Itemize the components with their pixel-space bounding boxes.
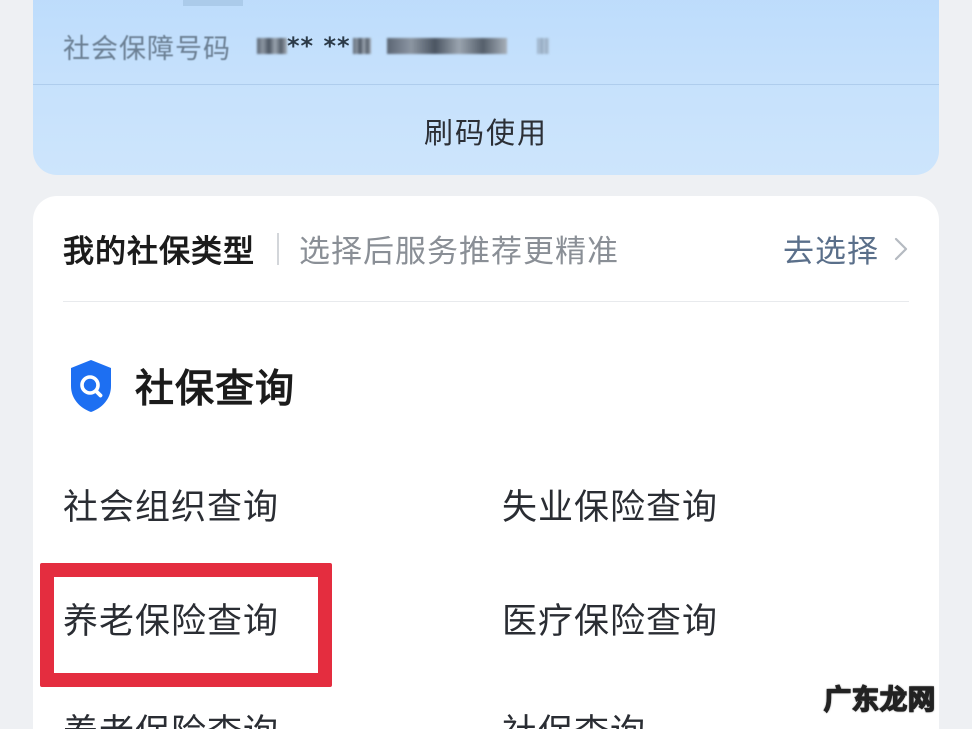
pension-insurance-query-link-2[interactable]: 养老保险查询 bbox=[63, 704, 279, 729]
pension-insurance-query-link[interactable]: 养老保险查询 bbox=[63, 593, 279, 644]
mosaic-mask bbox=[257, 38, 287, 54]
app-screen: 社会保障号码 ** ** 刷码使用 我的社保类型 选择后服务推荐更精准 去选择 bbox=[0, 0, 972, 729]
ss-number-row: 社会保障号码 ** ** bbox=[63, 26, 549, 66]
social-security-card: 社会保障号码 ** ** 刷码使用 bbox=[33, 0, 939, 175]
chevron-right-icon bbox=[894, 237, 908, 260]
mosaic-mask bbox=[536, 38, 549, 54]
social-security-query-link[interactable]: 社保查询 bbox=[502, 704, 646, 729]
watermark-text: 广东龙网 bbox=[823, 684, 936, 717]
ss-number-value: ** ** bbox=[257, 32, 549, 60]
card-divider bbox=[33, 84, 939, 85]
scan-code-use-button[interactable]: 刷码使用 bbox=[33, 86, 939, 175]
service-card: 我的社保类型 选择后服务推荐更精准 去选择 社保查询 社会组织查询 失业保险查询… bbox=[33, 196, 939, 729]
ss-type-row[interactable]: 我的社保类型 选择后服务推荐更精准 去选择 bbox=[63, 196, 909, 302]
select-type-label: 去选择 bbox=[783, 234, 879, 270]
shield-search-icon bbox=[71, 360, 111, 412]
unemployment-insurance-query-link[interactable]: 失业保险查询 bbox=[502, 479, 718, 530]
mosaic-mask bbox=[352, 38, 371, 54]
ss-number-label: 社会保障号码 bbox=[63, 33, 231, 65]
ss-type-title: 我的社保类型 bbox=[63, 234, 255, 270]
section-title: 社保查询 bbox=[135, 367, 296, 412]
mosaic-mask bbox=[386, 38, 507, 54]
select-type-button[interactable]: 去选择 bbox=[783, 226, 909, 271]
query-section-header: 社保查询 bbox=[67, 356, 295, 416]
social-org-query-link[interactable]: 社会组织查询 bbox=[63, 479, 279, 530]
medical-insurance-query-link[interactable]: 医疗保险查询 bbox=[502, 593, 718, 644]
ss-number-masked-text: ** ** bbox=[287, 32, 351, 60]
redacted-name-mask bbox=[183, 0, 243, 6]
ss-type-hint: 选择后服务推荐更精准 bbox=[299, 234, 619, 270]
vertical-divider bbox=[277, 232, 279, 265]
